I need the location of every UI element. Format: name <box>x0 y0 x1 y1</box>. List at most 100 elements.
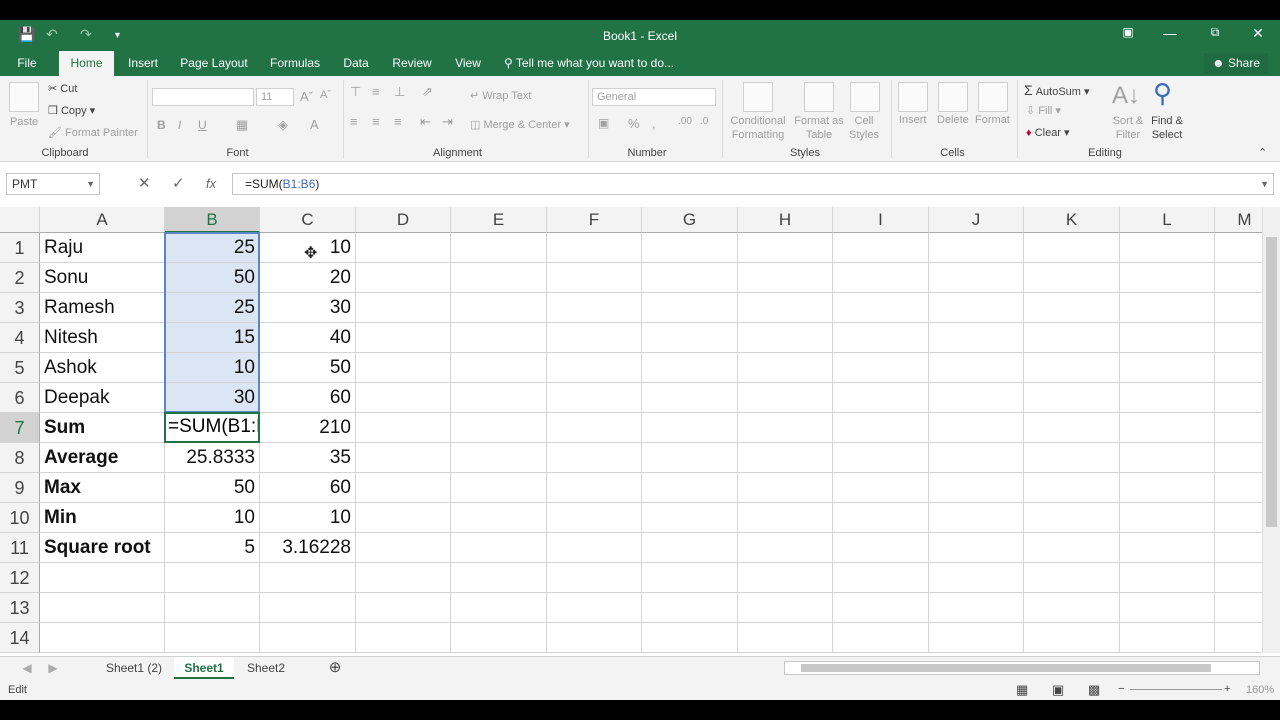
cell-a14[interactable] <box>40 623 165 653</box>
cell-f5[interactable] <box>547 353 642 383</box>
cell-c10[interactable]: 10 <box>260 503 356 533</box>
cell-a7[interactable]: Sum <box>40 413 165 443</box>
cell-i6[interactable] <box>833 383 929 413</box>
cell-j6[interactable] <box>929 383 1024 413</box>
cell-f6[interactable] <box>547 383 642 413</box>
cell-l4[interactable] <box>1120 323 1215 353</box>
cell-e7[interactable] <box>451 413 547 443</box>
insert-cells-icon[interactable] <box>898 82 928 112</box>
close-icon[interactable]: ✕ <box>1243 25 1273 42</box>
tab-data[interactable]: Data <box>338 51 374 76</box>
merge-center-button[interactable]: ◫ Merge & Center ▾ <box>470 118 570 131</box>
insert-cells-button[interactable]: Insert <box>899 114 927 126</box>
cell-l11[interactable] <box>1120 533 1215 563</box>
cell-g8[interactable] <box>642 443 738 473</box>
cell-d3[interactable] <box>356 293 451 323</box>
cell-i2[interactable] <box>833 263 929 293</box>
cell-g2[interactable] <box>642 263 738 293</box>
row-header[interactable]: 3 <box>0 293 40 323</box>
cell-e12[interactable] <box>451 563 547 593</box>
cell-g11[interactable] <box>642 533 738 563</box>
autosum-button[interactable]: Σ AutoSum ▾ <box>1024 82 1090 98</box>
cell-k6[interactable] <box>1024 383 1120 413</box>
paste-icon[interactable] <box>9 82 39 112</box>
cell-i8[interactable] <box>833 443 929 473</box>
increase-indent-icon[interactable]: ⇥ <box>442 114 453 130</box>
cell-j11[interactable] <box>929 533 1024 563</box>
paste-button[interactable]: Paste <box>10 116 38 128</box>
cell-m5[interactable] <box>1215 353 1262 383</box>
cell-d10[interactable] <box>356 503 451 533</box>
cell-m7[interactable] <box>1215 413 1262 443</box>
tell-me-search[interactable]: ⚲ Tell me what you want to do... <box>504 51 679 76</box>
delete-cells-button[interactable]: Delete <box>937 114 969 126</box>
cell-k3[interactable] <box>1024 293 1120 323</box>
cell-f4[interactable] <box>547 323 642 353</box>
align-middle-icon[interactable]: ≡ <box>372 84 380 99</box>
cell-c6[interactable]: 60 <box>260 383 356 413</box>
hscroll-thumb[interactable] <box>801 664 1211 672</box>
cell-d1[interactable] <box>356 233 451 263</box>
column-header-e[interactable]: E <box>451 207 547 233</box>
cell-styles-button[interactable]: Cell Styles <box>840 114 888 142</box>
cell-d7[interactable] <box>356 413 451 443</box>
cell-l3[interactable] <box>1120 293 1215 323</box>
cell-h2[interactable] <box>738 263 833 293</box>
cell-a8[interactable]: Average <box>40 443 165 473</box>
collapse-ribbon-icon[interactable]: ⌃ <box>1258 146 1267 159</box>
cell-b5[interactable]: 10 <box>165 353 260 383</box>
row-header[interactable]: 6 <box>0 383 40 413</box>
cell-h11[interactable] <box>738 533 833 563</box>
align-left-icon[interactable]: ≡ <box>350 114 358 129</box>
cell-g13[interactable] <box>642 593 738 623</box>
cell-j7[interactable] <box>929 413 1024 443</box>
cell-h7[interactable] <box>738 413 833 443</box>
cell-d14[interactable] <box>356 623 451 653</box>
cell-g1[interactable] <box>642 233 738 263</box>
cell-e8[interactable] <box>451 443 547 473</box>
cell-e6[interactable] <box>451 383 547 413</box>
cell-c12[interactable] <box>260 563 356 593</box>
row-header[interactable]: 14 <box>0 623 40 653</box>
cell-e9[interactable] <box>451 473 547 503</box>
cell-m1[interactable] <box>1215 233 1262 263</box>
zoom-level[interactable]: 160% <box>1246 684 1274 696</box>
cell-g6[interactable] <box>642 383 738 413</box>
cell-d4[interactable] <box>356 323 451 353</box>
column-header-f[interactable]: F <box>547 207 642 233</box>
cell-f12[interactable] <box>547 563 642 593</box>
cell-i13[interactable] <box>833 593 929 623</box>
column-header-l[interactable]: L <box>1120 207 1215 233</box>
cell-k1[interactable] <box>1024 233 1120 263</box>
horizontal-scrollbar[interactable] <box>784 661 1260 675</box>
expand-formula-icon[interactable]: ▼ <box>1260 174 1269 194</box>
column-header-a[interactable]: A <box>40 207 165 233</box>
number-format-box[interactable]: General <box>592 88 716 106</box>
align-top-icon[interactable]: ⊤ <box>350 84 361 100</box>
increase-decimal-icon[interactable]: .00 <box>678 116 692 127</box>
cell-c2[interactable]: 20 <box>260 263 356 293</box>
column-header-j[interactable]: J <box>929 207 1024 233</box>
cell-f8[interactable] <box>547 443 642 473</box>
cell-m9[interactable] <box>1215 473 1262 503</box>
underline-icon[interactable]: U <box>198 118 207 132</box>
cell-d11[interactable] <box>356 533 451 563</box>
cell-i9[interactable] <box>833 473 929 503</box>
percent-icon[interactable]: % <box>628 116 640 131</box>
cell-g7[interactable] <box>642 413 738 443</box>
cell-k8[interactable] <box>1024 443 1120 473</box>
cut-button[interactable]: ✂ Cut <box>48 82 77 95</box>
cell-c14[interactable] <box>260 623 356 653</box>
worksheet-grid[interactable]: A B C D E F G H I J K L M 1 Raju 25 10 2 Sonu 50 20 3 Ramesh 25… <box>0 207 1262 653</box>
copy-button[interactable]: ❐ Copy ▾ <box>48 104 95 117</box>
cell-b8[interactable]: 25.8333 <box>165 443 260 473</box>
cell-g5[interactable] <box>642 353 738 383</box>
cell-e13[interactable] <box>451 593 547 623</box>
cell-c9[interactable]: 60 <box>260 473 356 503</box>
shrink-font-icon[interactable]: Aˇ <box>320 89 331 101</box>
column-header-k[interactable]: K <box>1024 207 1120 233</box>
row-header[interactable]: 12 <box>0 563 40 593</box>
cell-k7[interactable] <box>1024 413 1120 443</box>
align-center-icon[interactable]: ≡ <box>372 114 380 129</box>
cell-d6[interactable] <box>356 383 451 413</box>
